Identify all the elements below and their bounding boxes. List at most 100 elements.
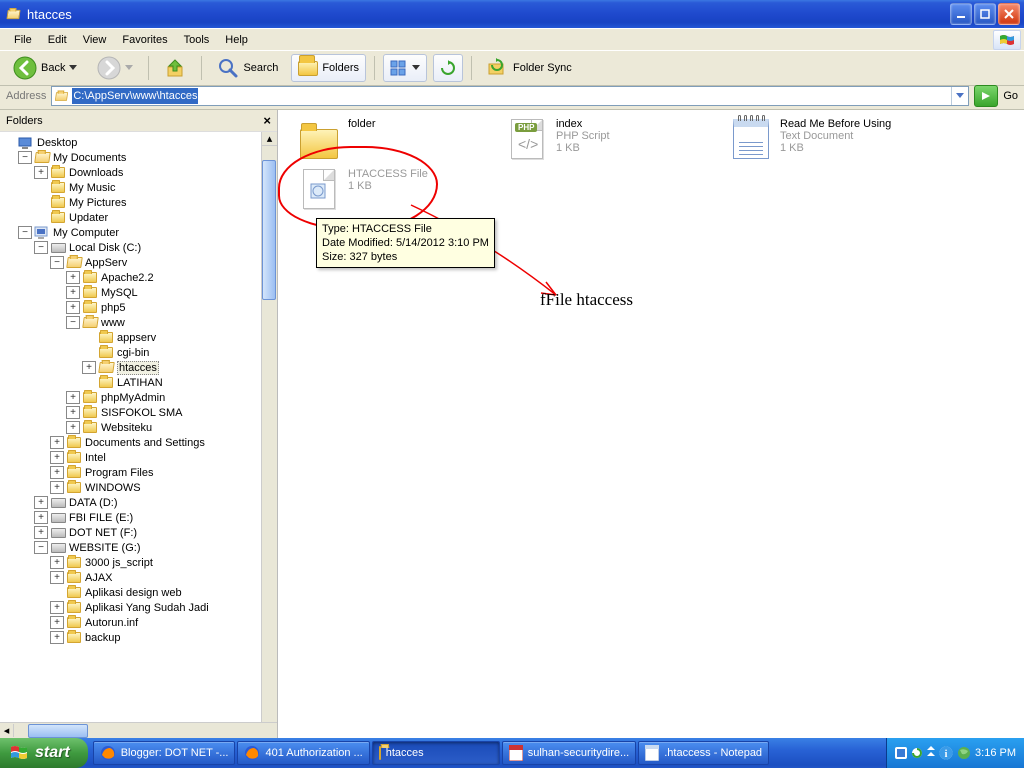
address-dropdown[interactable] [951, 87, 968, 105]
tree-expand-toggle[interactable]: + [66, 271, 80, 284]
tree-expand-toggle[interactable]: + [50, 631, 64, 644]
tree-item[interactable]: +MySQL [2, 285, 261, 300]
tree-item[interactable]: −AppServ [2, 255, 261, 270]
tree-horizontal-scrollbar[interactable]: ◂ [0, 722, 277, 738]
foldersync-button[interactable]: Folder Sync [480, 54, 579, 82]
tree-item[interactable]: +SISFOKOL SMA [2, 405, 261, 420]
tree-item[interactable]: +htacces [2, 360, 261, 375]
tree-expand-toggle[interactable]: + [50, 436, 64, 449]
tree-expand-toggle[interactable]: + [50, 451, 64, 464]
tray-chevron-icon[interactable] [927, 746, 935, 760]
search-button[interactable]: Search [210, 54, 285, 82]
tree-expand-toggle[interactable]: + [50, 616, 64, 629]
taskbar-item[interactable]: sulhan-securitydire... [502, 741, 637, 765]
tree-item[interactable]: +Intel [2, 450, 261, 465]
tree-item[interactable]: −My Computer [2, 225, 261, 240]
menu-help[interactable]: Help [217, 32, 256, 48]
tree-expand-toggle[interactable]: + [50, 556, 64, 569]
tree-item[interactable]: +Documents and Settings [2, 435, 261, 450]
tree-expand-toggle[interactable]: + [50, 466, 64, 479]
tree-expand-toggle[interactable]: − [18, 151, 32, 164]
close-button[interactable] [998, 3, 1020, 25]
taskbar-item[interactable]: htacces [372, 741, 500, 765]
tree-item[interactable]: +AJAX [2, 570, 261, 585]
taskbar-item[interactable]: 401 Authorization ... [237, 741, 369, 765]
tree-item[interactable]: Aplikasi design web [2, 585, 261, 600]
tree-item[interactable]: +FBI FILE (E:) [2, 510, 261, 525]
tree-expand-toggle[interactable]: − [34, 241, 48, 254]
annotation-label: fFile htaccess [540, 290, 633, 310]
tree-item[interactable]: My Music [2, 180, 261, 195]
tree-item[interactable]: +3000 js_script [2, 555, 261, 570]
tree-item[interactable]: +Apache2.2 [2, 270, 261, 285]
tree-expand-toggle[interactable]: − [18, 226, 32, 239]
taskbar-item[interactable]: .htaccess - Notepad [638, 741, 769, 765]
tree-item-label: WINDOWS [85, 482, 141, 494]
tree-expand-toggle[interactable]: + [34, 511, 48, 524]
tree-item[interactable]: −WEBSITE (G:) [2, 540, 261, 555]
start-button[interactable]: start [0, 738, 88, 768]
tree-expand-toggle[interactable]: − [34, 541, 48, 554]
file-item-folder[interactable]: folder [298, 118, 503, 160]
tree-item[interactable]: +backup [2, 630, 261, 645]
tree-expand-toggle[interactable]: + [34, 496, 48, 509]
tree-item[interactable]: +DATA (D:) [2, 495, 261, 510]
tree-expand-toggle[interactable]: + [66, 391, 80, 404]
folder-tree[interactable]: Desktop−My Documents+DownloadsMy MusicMy… [0, 132, 261, 722]
tree-item[interactable]: Updater [2, 210, 261, 225]
menu-file[interactable]: File [6, 32, 40, 48]
tree-expand-toggle[interactable]: + [66, 421, 80, 434]
tree-item[interactable]: +Websiteku [2, 420, 261, 435]
tree-expand-toggle[interactable]: − [50, 256, 64, 269]
tree-item[interactable]: −Local Disk (C:) [2, 240, 261, 255]
tree-expand-toggle[interactable]: + [66, 406, 80, 419]
tree-expand-toggle[interactable]: + [50, 601, 64, 614]
refresh-button[interactable] [433, 54, 463, 82]
menu-view[interactable]: View [75, 32, 115, 48]
tree-item[interactable]: +Program Files [2, 465, 261, 480]
tree-item[interactable]: −www [2, 315, 261, 330]
views-button[interactable] [383, 54, 427, 82]
file-item-htaccess[interactable]: HTACCESS File 1 KB [298, 168, 503, 210]
back-button[interactable]: Back [6, 54, 84, 82]
tree-expand-toggle[interactable]: + [66, 301, 80, 314]
tree-item[interactable]: My Pictures [2, 195, 261, 210]
tree-item[interactable]: + WINDOWS [2, 480, 261, 495]
up-button[interactable] [157, 54, 193, 82]
taskbar-item[interactable]: Blogger: DOT NET -... [93, 741, 236, 765]
maximize-button[interactable] [974, 3, 996, 25]
menu-tools[interactable]: Tools [176, 32, 218, 48]
tree-expand-toggle[interactable]: + [66, 286, 80, 299]
tree-expand-toggle[interactable]: + [50, 481, 64, 494]
forward-button[interactable] [90, 54, 140, 82]
file-list[interactable]: folder HTACCESS File 1 KB PHP</> index P… [278, 110, 1024, 738]
tree-item[interactable]: appserv [2, 330, 261, 345]
tree-item[interactable]: Desktop [2, 135, 261, 150]
file-item-index[interactable]: PHP</> index PHP Script 1 KB [506, 118, 711, 160]
file-icon [298, 168, 340, 210]
menu-favorites[interactable]: Favorites [114, 32, 175, 48]
tree-item[interactable]: LATIHAN [2, 375, 261, 390]
address-input[interactable]: C:\AppServ\www\htacces [51, 86, 969, 106]
tree-item[interactable]: +Autorun.inf [2, 615, 261, 630]
tree-expand-toggle[interactable]: − [66, 316, 80, 329]
tree-item[interactable]: cgi-bin [2, 345, 261, 360]
tree-vertical-scrollbar[interactable]: ▴ [261, 132, 277, 722]
tree-item[interactable]: +DOT NET (F:) [2, 525, 261, 540]
tree-item[interactable]: +php5 [2, 300, 261, 315]
minimize-button[interactable] [950, 3, 972, 25]
tree-item[interactable]: +phpMyAdmin [2, 390, 261, 405]
tree-item[interactable]: +Downloads [2, 165, 261, 180]
tree-expand-toggle[interactable]: + [82, 361, 96, 374]
tree-item[interactable]: −My Documents [2, 150, 261, 165]
file-item-readme[interactable]: Read Me Before Using Text Document 1 KB [730, 118, 935, 160]
folders-button[interactable]: Folders [291, 54, 366, 82]
system-tray[interactable]: i 3:16 PM [886, 738, 1024, 768]
tree-expand-toggle[interactable]: + [50, 571, 64, 584]
tree-expand-toggle[interactable]: + [34, 166, 48, 179]
go-button[interactable] [974, 85, 998, 107]
tree-expand-toggle[interactable]: + [34, 526, 48, 539]
tree-item[interactable]: +Aplikasi Yang Sudah Jadi [2, 600, 261, 615]
menu-edit[interactable]: Edit [40, 32, 75, 48]
folders-pane-close[interactable]: × [263, 113, 271, 128]
